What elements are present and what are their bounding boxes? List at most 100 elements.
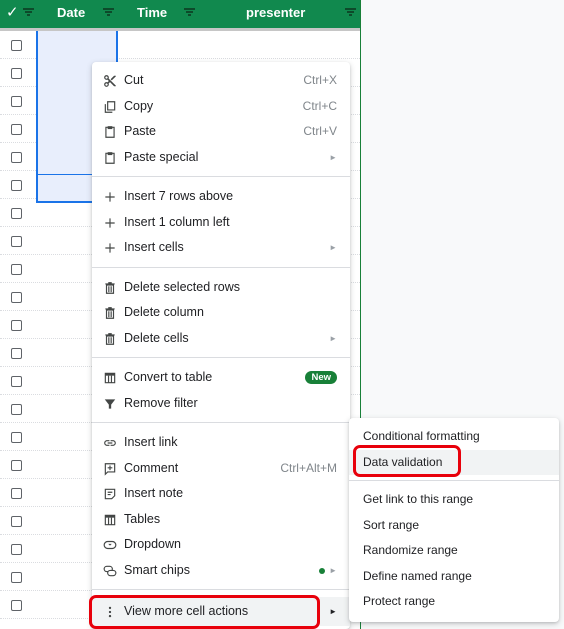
menu-item-label: View more cell actions — [124, 604, 249, 618]
submenu-item-label: Data validation — [363, 454, 443, 469]
row-checkbox[interactable] — [11, 572, 22, 583]
trash-icon — [103, 306, 117, 320]
submenu-item-label: Sort range — [363, 517, 420, 532]
submenu-item-label: Randomize range — [363, 543, 458, 557]
row-checkbox[interactable] — [11, 460, 22, 471]
plus-icon — [103, 216, 117, 230]
table-header: ✓ Date Time presenter — [0, 0, 360, 31]
menu-item-smart-chips[interactable]: Smart chips ► — [92, 558, 350, 583]
menu-item-insert-link[interactable]: Insert link — [92, 430, 350, 455]
menu-item-dropdown[interactable]: Dropdown — [92, 532, 350, 557]
row-checkbox[interactable] — [11, 68, 22, 79]
row-checkbox[interactable] — [11, 544, 22, 555]
menu-item-label: Delete selected rows — [124, 279, 241, 294]
new-badge: New — [305, 371, 337, 384]
table-icon — [103, 513, 117, 527]
submenu-arrow-icon: ► — [329, 607, 337, 616]
row-checkbox[interactable] — [11, 208, 22, 219]
row-checkbox[interactable] — [11, 180, 22, 191]
menu-item-view-more-cell-actions[interactable]: View more cell actions ► — [92, 597, 350, 626]
menu-item-label: Cut — [124, 73, 144, 87]
menu-item-label: Tables — [124, 511, 161, 526]
menu-item-copy[interactable]: Copy Ctrl+C — [92, 94, 350, 119]
menu-item-paste[interactable]: Paste Ctrl+V — [92, 119, 350, 144]
menu-item-tables[interactable]: Tables — [92, 507, 350, 532]
menu-item-label: Remove filter — [124, 395, 198, 410]
menu-item-label: Insert 7 rows above — [124, 189, 234, 203]
submenu-item-conditional-formatting[interactable]: Conditional formatting — [349, 424, 559, 449]
table-icon — [103, 371, 117, 385]
menu-item-label: Copy — [124, 98, 154, 113]
filter-icon[interactable] — [23, 8, 34, 16]
copy-icon — [103, 100, 117, 114]
menu-item-label: Convert to table — [124, 370, 213, 384]
row-checkbox[interactable] — [11, 96, 22, 107]
menu-item-insert-7-rows-above[interactable]: Insert 7 rows above — [92, 184, 350, 209]
menu-item-insert-note[interactable]: Insert note — [92, 481, 350, 506]
submenu-arrow-icon: ► — [329, 152, 337, 162]
row-checkbox[interactable] — [11, 432, 22, 443]
row-checkbox[interactable] — [11, 600, 22, 611]
submenu-item-define-named-range[interactable]: Define named range — [349, 564, 559, 589]
submenu-item-get-link-to-this-range[interactable]: Get link to this range — [349, 487, 559, 512]
submenu-item-label: Define named range — [363, 568, 472, 583]
submenu-item-data-validation[interactable]: Data validation — [349, 449, 559, 475]
trash-icon — [103, 281, 117, 295]
filter-icon[interactable] — [103, 8, 114, 16]
column-header-presenter[interactable]: presenter — [198, 0, 360, 28]
menu-item-comment[interactable]: Comment Ctrl+Alt+M — [92, 456, 350, 481]
row-checkbox[interactable] — [11, 40, 22, 51]
menu-item-label: Paste — [124, 124, 156, 138]
row-checkbox[interactable] — [11, 292, 22, 303]
menu-item-label: Insert cells — [124, 240, 184, 254]
filter-icon[interactable] — [184, 8, 195, 16]
clipboard-icon — [103, 125, 117, 139]
menu-item-delete-cells[interactable]: Delete cells ► — [92, 326, 350, 351]
menu-item-paste-special[interactable]: Paste special ► — [92, 145, 350, 170]
submenu-item-sort-range[interactable]: Sort range — [349, 513, 559, 538]
menu-item-label: Insert 1 column left — [124, 214, 230, 229]
trash-icon — [103, 332, 117, 346]
plus-icon — [103, 241, 117, 255]
scissors-icon — [103, 74, 117, 88]
row-checkbox[interactable] — [11, 124, 22, 135]
row-checkbox[interactable] — [11, 152, 22, 163]
menu-item-convert-to-table[interactable]: Convert to table New — [92, 365, 350, 390]
comment-icon — [103, 462, 117, 476]
row-checkbox[interactable] — [11, 348, 22, 359]
row-checkbox[interactable] — [11, 236, 22, 247]
row-checkbox[interactable] — [11, 516, 22, 527]
menu-item-label: Delete cells — [124, 330, 189, 345]
submenu-arrow-icon: ► — [329, 565, 337, 575]
more-vert-icon — [103, 605, 117, 619]
cell-actions-submenu: Conditional formatting Data validation Get… — [349, 418, 559, 622]
clipboard-icon — [103, 151, 117, 165]
menu-item-delete-column[interactable]: Delete column — [92, 300, 350, 325]
row-checkbox[interactable] — [11, 264, 22, 275]
shortcut-label: Ctrl+X — [303, 73, 337, 87]
menu-item-delete-selected-rows[interactable]: Delete selected rows — [92, 275, 350, 300]
menu-item-label: Comment — [124, 460, 179, 475]
row-checkbox[interactable] — [11, 320, 22, 331]
submenu-item-randomize-range[interactable]: Randomize range — [349, 538, 559, 563]
row-checkbox[interactable] — [11, 404, 22, 415]
menu-item-insert-1-column-left[interactable]: Insert 1 column left — [92, 210, 350, 235]
row-checkbox[interactable] — [11, 376, 22, 387]
menu-separator — [349, 480, 559, 481]
menu-item-label: Insert note — [124, 486, 184, 500]
menu-separator — [92, 589, 350, 590]
note-icon — [103, 487, 117, 501]
menu-item-label: Smart chips — [124, 562, 190, 577]
filter-icon[interactable] — [345, 8, 356, 16]
menu-separator — [92, 422, 350, 423]
row-checkbox[interactable] — [11, 488, 22, 499]
menu-item-remove-filter[interactable]: Remove filter — [92, 391, 350, 416]
submenu-item-label: Protect range — [363, 594, 436, 608]
status-dot — [319, 567, 325, 574]
menu-item-insert-cells[interactable]: Insert cells ► — [92, 235, 350, 260]
menu-item-cut[interactable]: Cut Ctrl+X — [92, 68, 350, 93]
submenu-item-protect-range[interactable]: Protect range — [349, 589, 559, 614]
shortcut-label: Ctrl+C — [302, 98, 337, 113]
context-menu: Cut Ctrl+X Copy Ctrl+C Paste Ctrl+V Paste spec… — [92, 62, 350, 629]
check-icon: ✓ — [6, 4, 19, 21]
